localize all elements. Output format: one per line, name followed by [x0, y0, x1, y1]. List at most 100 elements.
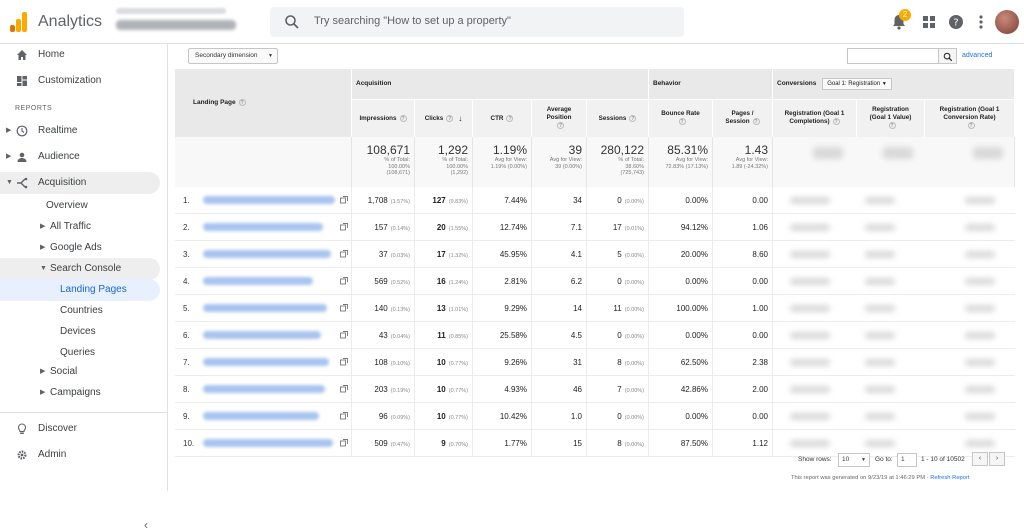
show-rows-select[interactable]: 10 ▼: [838, 453, 870, 467]
landing-page-link-blurred[interactable]: [203, 304, 327, 312]
goto-page-input[interactable]: 1: [897, 453, 917, 467]
total-average-position: 39 Avg for View: 39 (0.00%): [532, 137, 587, 187]
landing-page-link-blurred[interactable]: [203, 331, 321, 339]
page-range: 1 - 10 of 10502: [921, 456, 965, 463]
table-row: 9. 96 (0.09%) 10 (0.77%) 10.42% 1.0 0 (0.00%) 0.0…: [175, 403, 1015, 430]
sidebar-item-realtime[interactable]: ▶ Realtime: [0, 120, 160, 142]
sidebar-item-admin[interactable]: Admin: [0, 444, 160, 466]
cell-bounce-rate: 94.12%: [649, 214, 713, 241]
landing-page-link-blurred[interactable]: [203, 385, 325, 393]
analytics-logo-icon[interactable]: [10, 12, 28, 32]
column-header-registration-value[interactable]: Registration (Goal 1 Value)?: [857, 99, 925, 137]
prev-page-button[interactable]: ‹: [972, 452, 988, 466]
open-link-icon[interactable]: [340, 331, 348, 339]
cell-impressions: 108 (0.10%): [352, 349, 415, 376]
column-header-average-position[interactable]: Average Position?: [532, 99, 587, 137]
table-filter-input[interactable]: [847, 48, 957, 64]
table-row: 3. 37 (0.03%) 17 (1.32%) 45.95% 4.1 5 (0.00%) 20.…: [175, 241, 1015, 268]
open-link-icon[interactable]: [340, 223, 348, 231]
help-icon[interactable]: ?: [967, 122, 975, 130]
landing-page-link-blurred[interactable]: [203, 277, 313, 285]
open-link-icon[interactable]: [340, 250, 348, 258]
help-icon[interactable]: ?: [629, 115, 637, 122]
sidebar-item-acquisition[interactable]: ▼ Acquisition: [0, 172, 160, 194]
landing-page-link-blurred[interactable]: [203, 412, 319, 420]
cell-average-position: 46: [532, 376, 587, 403]
sidebar-item-social[interactable]: ▶ Social: [0, 361, 160, 383]
sidebar-item-landing-pages[interactable]: Landing Pages: [0, 279, 160, 301]
help-icon[interactable]: ?: [752, 118, 760, 126]
landing-page-link-blurred[interactable]: [203, 358, 329, 366]
sidebar-item-google-ads[interactable]: ▶ Google Ads: [0, 237, 160, 259]
advanced-filter-link[interactable]: advanced: [962, 52, 992, 59]
cell-sessions-value: 0: [617, 196, 622, 205]
column-header-sessions[interactable]: Sessions?: [587, 99, 649, 137]
help-icon[interactable]: ?: [888, 122, 896, 130]
help-icon[interactable]: ?: [946, 12, 966, 32]
column-header-clicks[interactable]: Clicks? ↓: [415, 99, 473, 137]
sidebar-item-customization[interactable]: Customization: [0, 70, 160, 92]
cell-sessions-value: 8: [617, 358, 622, 367]
help-icon[interactable]: ?: [506, 115, 514, 122]
sidebar-item-search-console[interactable]: ▼ Search Console: [0, 258, 160, 280]
cell-pages-session: 0.00: [713, 187, 773, 214]
sidebar-item-all-traffic[interactable]: ▶ All Traffic: [0, 216, 160, 238]
help-icon[interactable]: ?: [678, 118, 686, 126]
column-header-bounce-rate[interactable]: Bounce Rate?: [649, 99, 713, 137]
cell-sessions-value: 7: [617, 385, 622, 394]
column-header-impressions[interactable]: Impressions?: [352, 99, 415, 137]
group-header-conversions: Conversions Goal 1: Registration ▼: [773, 69, 1015, 99]
blurred-conversion-value: [865, 386, 895, 393]
column-header-landing-page[interactable]: Landing Page?: [175, 69, 352, 137]
account-selector[interactable]: [116, 8, 246, 30]
column-header-registration-conversion-rate[interactable]: Registration (Goal 1 Conversion Rate)?: [925, 99, 1015, 137]
open-link-icon[interactable]: [340, 358, 348, 366]
table-row: 8. 203 (0.19%) 10 (0.77%) 4.93% 46 7 (0.00%) 42.8…: [175, 376, 1015, 403]
sidebar-item-discover[interactable]: Discover: [0, 418, 160, 440]
sidebar-item-overview[interactable]: Overview: [0, 195, 160, 217]
help-icon[interactable]: ?: [399, 115, 407, 122]
total-conversions-blurred: [773, 137, 1015, 187]
sidebar-item-home[interactable]: Home: [0, 44, 160, 66]
refresh-report-link[interactable]: Refresh Report: [930, 475, 969, 481]
cell-clicks: 13 (1.01%): [415, 295, 473, 322]
next-page-button[interactable]: ›: [989, 452, 1005, 466]
landing-page-link-blurred[interactable]: [203, 439, 333, 447]
filter-search-button[interactable]: [938, 49, 956, 63]
blurred-conversion-value: [790, 386, 830, 393]
sort-descending-icon[interactable]: ↓: [458, 114, 462, 123]
sidebar-item-countries[interactable]: Countries: [0, 300, 160, 322]
more-vert-icon[interactable]: [971, 12, 991, 32]
help-icon[interactable]: ?: [557, 122, 564, 130]
open-link-icon[interactable]: [340, 439, 348, 447]
help-icon[interactable]: ?: [446, 115, 454, 122]
landing-page-link-blurred[interactable]: [203, 250, 331, 258]
open-link-icon[interactable]: [340, 277, 348, 285]
open-link-icon[interactable]: [340, 304, 348, 312]
cell-bounce-rate: 62.50%: [649, 349, 713, 376]
help-icon[interactable]: ?: [832, 118, 840, 126]
secondary-dimension-dropdown[interactable]: Secondary dimension ▼: [188, 48, 278, 64]
landing-page-link-blurred[interactable]: [203, 196, 335, 204]
open-link-icon[interactable]: [340, 412, 348, 420]
blurred-conversion-value: [790, 332, 830, 339]
cell-bounce-rate: 20.00%: [649, 241, 713, 268]
apps-grid-icon[interactable]: [919, 12, 939, 32]
sidebar-item-devices[interactable]: Devices: [0, 321, 160, 343]
landing-page-link-blurred[interactable]: [203, 223, 323, 231]
open-link-icon[interactable]: [340, 385, 348, 393]
column-header-ctr[interactable]: CTR?: [473, 99, 532, 137]
blurred-conversion-value: [965, 305, 995, 312]
help-icon[interactable]: ?: [238, 99, 246, 106]
sidebar-item-audience[interactable]: ▶ Audience: [0, 146, 160, 168]
goal-selector-dropdown[interactable]: Goal 1: Registration ▼: [822, 78, 892, 90]
avatar[interactable]: [995, 10, 1019, 34]
blurred-conversion-value: [865, 440, 895, 447]
cell-average-position: 31: [532, 349, 587, 376]
collapse-sidebar-button[interactable]: ‹: [144, 518, 148, 532]
sidebar-item-campaigns[interactable]: ▶ Campaigns: [0, 382, 160, 404]
open-link-icon[interactable]: [340, 196, 348, 204]
search-bar[interactable]: Try searching "How to set up a property": [270, 7, 684, 37]
column-header-registration-completions[interactable]: Registration (Goal 1 Completions)?: [773, 99, 857, 137]
column-header-pages-session[interactable]: Pages / Session?: [713, 99, 773, 137]
